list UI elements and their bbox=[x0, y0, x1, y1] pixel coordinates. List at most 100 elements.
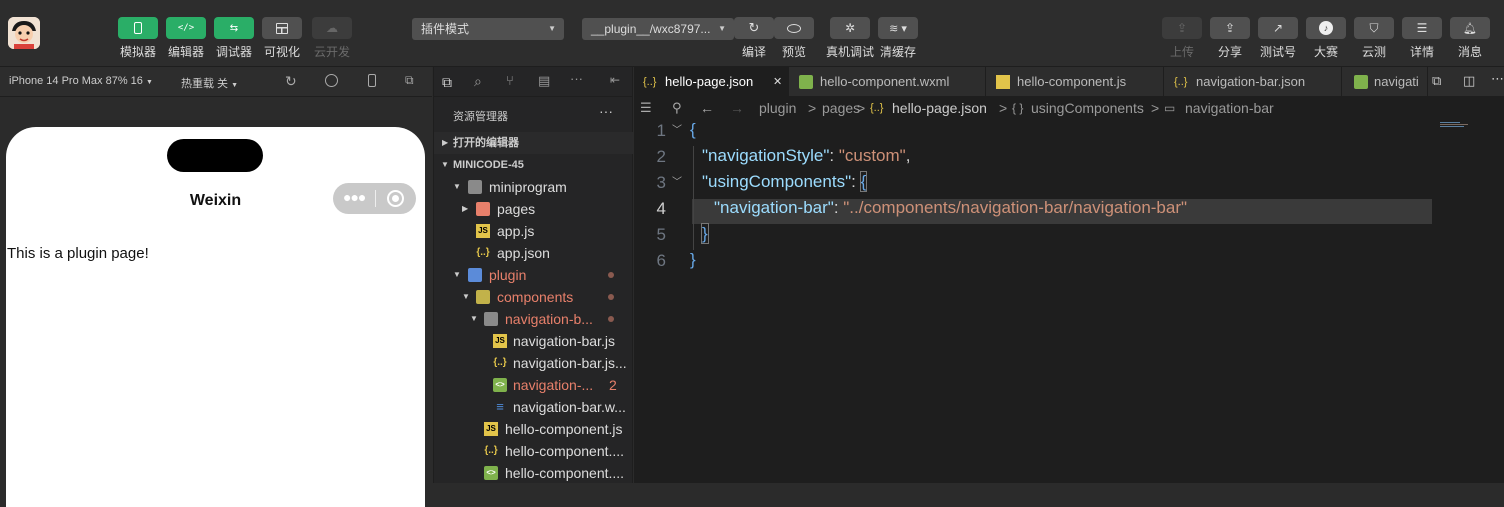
messages-button[interactable]: 🔔︎ 消息 bbox=[1450, 17, 1490, 60]
modified-dot bbox=[608, 316, 614, 322]
tab-navigation-bar-json[interactable]: {..} navigation-bar.json bbox=[1164, 67, 1342, 97]
remote-debug-button[interactable]: ✲ 真机调试 bbox=[826, 17, 874, 60]
tree-folder-navigation-bar[interactable]: ▼ navigation-b... bbox=[434, 308, 633, 330]
more-icon[interactable]: ··· bbox=[570, 71, 583, 86]
tab-hello-component-wxml[interactable]: hello-component.wxml bbox=[789, 67, 986, 97]
popout-icon[interactable]: ⧉ bbox=[405, 73, 414, 88]
device-rotate-icon[interactable] bbox=[368, 74, 376, 87]
share-label: 分享 bbox=[1217, 45, 1242, 59]
preview-button[interactable]: 预览 bbox=[774, 17, 814, 60]
fold-chevron-icon[interactable]: ﹀ bbox=[672, 121, 682, 136]
tree-folder-components[interactable]: ▼ components bbox=[434, 286, 633, 308]
contest-label: 大赛 bbox=[1313, 45, 1338, 59]
tree-item-label: navigation-b... bbox=[505, 311, 593, 327]
tab-hello-page-json[interactable]: {..} hello-page.json ✕ bbox=[634, 67, 789, 97]
device-select[interactable]: iPhone 14 Pro Max 87% 16 ▼ bbox=[9, 75, 153, 87]
share-button[interactable]: ⇪ 分享 bbox=[1210, 17, 1250, 60]
tab-navigation-bar-wxml[interactable]: navigati bbox=[1342, 67, 1428, 97]
cloud-dev-button[interactable]: ☁ 云开发 bbox=[312, 17, 352, 60]
chevron-down-icon: ▼ bbox=[441, 160, 449, 169]
breadcrumb-item[interactable]: usingComponents bbox=[1031, 97, 1144, 119]
tree-file-hello-component-js[interactable]: JS hello-component.js bbox=[434, 418, 633, 440]
tree-file-hello-component-wxml[interactable]: <> hello-component.... bbox=[434, 462, 633, 484]
breadcrumb-item[interactable]: plugin bbox=[759, 97, 796, 119]
extensions-icon[interactable]: ▤ bbox=[538, 73, 550, 89]
project-section[interactable]: ▼ MINICODE-45 bbox=[434, 154, 633, 176]
line-number: 6 bbox=[656, 251, 666, 270]
tree-file-app-js[interactable]: JS app.js bbox=[434, 220, 633, 242]
search-icon[interactable]: ⌕ bbox=[474, 73, 482, 90]
chevron-down-icon: ▼ bbox=[145, 79, 153, 86]
test-account-button[interactable]: ↗ 测试号 bbox=[1258, 17, 1298, 60]
capsule-menu[interactable]: ●●● bbox=[333, 183, 416, 214]
code-editor[interactable]: 1 2 3 4 5 6 ﹀ ﹀ { "navigationStyle": "cu… bbox=[634, 119, 1504, 483]
clear-cache-button[interactable]: ≋ ▾ 清缓存 bbox=[878, 17, 918, 60]
debugger-toggle-button[interactable]: ⇆ 调试器 bbox=[214, 17, 254, 60]
tree-folder-pages[interactable]: ▶ pages bbox=[434, 198, 633, 220]
bug-icon: ✲ bbox=[844, 21, 856, 35]
tree-folder-miniprogram[interactable]: ▼ miniprogram bbox=[434, 176, 633, 198]
git-icon[interactable]: ⑂ bbox=[506, 73, 514, 88]
remote-debug-label: 真机调试 bbox=[826, 45, 875, 59]
tree-item-label: navigation-... bbox=[513, 377, 594, 393]
bookmark-icon[interactable]: ⚲ bbox=[672, 97, 682, 119]
compile-button[interactable]: ↻ 编译 bbox=[734, 17, 774, 60]
tree-file-navigation-bar-json[interactable]: {..} navigation-bar.js... bbox=[434, 352, 633, 374]
code-string: "../components/navigation-bar/navigation… bbox=[843, 198, 1188, 217]
reload-icon[interactable]: ↻ bbox=[285, 73, 297, 90]
tree-file-app-json[interactable]: {..} app.json bbox=[434, 242, 633, 264]
more-actions-icon[interactable]: ⋯ bbox=[1491, 71, 1504, 87]
files-icon[interactable]: ⧉ bbox=[442, 74, 452, 91]
contest-button[interactable]: ♪ 大赛 bbox=[1306, 17, 1346, 60]
tree-file-navigation-bar-wxss[interactable]: ≡ navigation-bar.w... bbox=[434, 396, 633, 418]
open-editors-section[interactable]: ▶ 打开的编辑器 bbox=[434, 132, 633, 154]
visual-toggle-button[interactable]: 可视化 bbox=[262, 17, 302, 60]
tree-folder-plugin[interactable]: ▼ plugin bbox=[434, 264, 633, 286]
breadcrumb-item[interactable]: pages bbox=[822, 97, 860, 119]
code-key: "navigation-bar" bbox=[714, 198, 834, 217]
details-button[interactable]: ☰ 详情 bbox=[1402, 17, 1442, 60]
upload-button[interactable]: ⇪ 上传 bbox=[1162, 17, 1202, 60]
hot-reload-select[interactable]: 热重载 关 ▼ bbox=[181, 75, 238, 91]
close-circle-icon[interactable] bbox=[387, 190, 404, 207]
back-arrow-icon[interactable]: ← bbox=[700, 97, 714, 119]
tab-label: hello-page.json bbox=[665, 74, 754, 89]
json-file-icon: {..} bbox=[870, 102, 884, 114]
tree-item-label: hello-component.... bbox=[505, 443, 625, 459]
hot-reload-label: 热重载 关 bbox=[181, 78, 229, 90]
more-dots-icon[interactable]: ●●● bbox=[343, 189, 366, 205]
cloud-test-button[interactable]: ⛉ 云测 bbox=[1354, 17, 1394, 60]
simulator-toggle-button[interactable]: 模拟器 bbox=[118, 17, 158, 60]
phone-screen: Weixin ●●● This is a plugin page! bbox=[6, 127, 425, 507]
wxml-file-icon bbox=[1354, 75, 1368, 89]
forward-arrow-icon[interactable]: → bbox=[730, 97, 744, 119]
simulator-label: 模拟器 bbox=[119, 45, 156, 59]
open-changes-icon[interactable]: ⧉ bbox=[1432, 73, 1441, 89]
indent-guide bbox=[693, 146, 694, 250]
chevron-right-icon: ▶ bbox=[462, 204, 469, 213]
explorer-more-icon[interactable]: ··· bbox=[599, 103, 613, 119]
tree-file-navigation-bar-wxml[interactable]: <> navigation-... 2 bbox=[434, 374, 633, 396]
compile-path-select[interactable]: __plugin__/wxc8797... ▼ bbox=[582, 18, 734, 40]
minimap[interactable] bbox=[1440, 121, 1470, 129]
collapse-panel-icon[interactable]: ⇤ bbox=[610, 73, 620, 87]
tab-hello-component-js[interactable]: hello-component.js bbox=[986, 67, 1164, 97]
breadcrumb-item[interactable]: hello-page.json bbox=[892, 97, 987, 119]
breadcrumb-item[interactable]: navigation-bar bbox=[1185, 97, 1274, 119]
dynamic-island bbox=[167, 139, 263, 172]
tree-file-navigation-bar-js[interactable]: JS navigation-bar.js bbox=[434, 330, 633, 352]
split-editor-icon[interactable]: ◫ bbox=[1463, 73, 1475, 89]
fold-chevron-icon[interactable]: ﹀ bbox=[672, 173, 682, 188]
user-avatar[interactable] bbox=[8, 17, 40, 49]
chevron-down-icon: ▼ bbox=[462, 292, 470, 301]
chevron-down-icon: ▼ bbox=[718, 24, 726, 33]
refresh-icon: ↻ bbox=[748, 20, 760, 35]
record-icon[interactable] bbox=[325, 74, 338, 87]
close-icon[interactable]: ✕ bbox=[773, 67, 782, 97]
tree-file-hello-component-json[interactable]: {..} hello-component.... bbox=[434, 440, 633, 462]
outline-icon[interactable]: ☰ bbox=[640, 97, 652, 119]
compile-mode-select[interactable]: 插件模式 ▼ bbox=[412, 18, 564, 40]
code-comma: , bbox=[905, 146, 911, 165]
editor-toggle-button[interactable]: </> 编辑器 bbox=[166, 17, 206, 60]
chevron-down-icon: ▼ bbox=[470, 314, 478, 323]
